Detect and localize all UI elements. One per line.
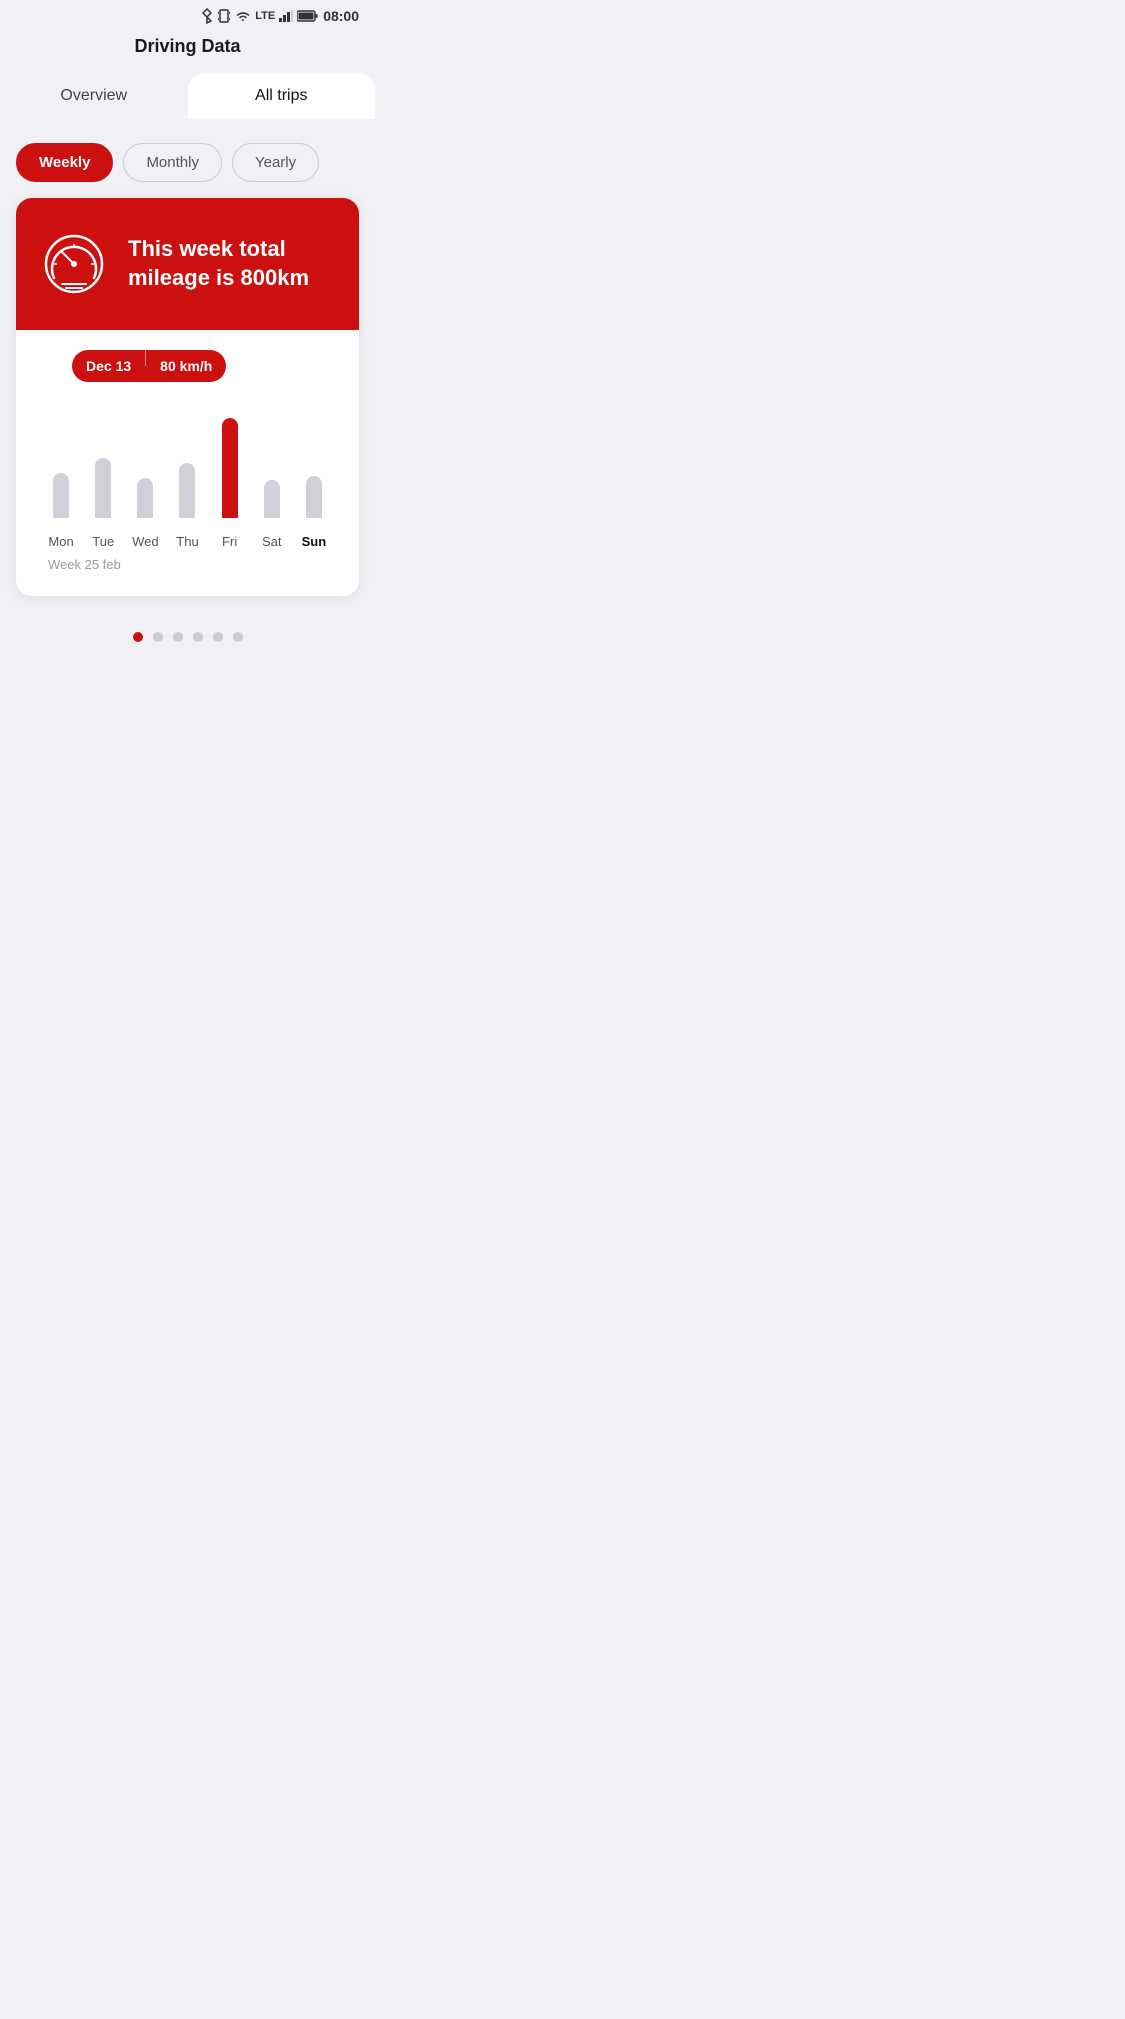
lte-indicator: LTE (255, 10, 275, 22)
tab-all-trips[interactable]: All trips (188, 73, 376, 119)
bottom-area (0, 662, 375, 862)
mileage-card: This week total mileage is 800km Dec 13 … (16, 198, 359, 596)
filter-weekly[interactable]: Weekly (16, 143, 113, 182)
page-title: Driving Data (134, 36, 240, 56)
status-bar: LTE 08:00 (0, 0, 375, 28)
bar-col-tue[interactable] (82, 458, 124, 518)
chart-section: Dec 13 80 km/h (16, 330, 359, 596)
card-header: This week total mileage is 800km (16, 198, 359, 330)
bar-chart (32, 398, 343, 518)
chart-tooltip: Dec 13 80 km/h (72, 350, 226, 382)
bar-col-mon[interactable] (40, 473, 82, 518)
filter-row: Weekly Monthly Yearly (0, 123, 375, 198)
filter-yearly[interactable]: Yearly (232, 143, 319, 182)
bar-fri (222, 418, 238, 518)
bar-wed (137, 478, 153, 518)
dot-3[interactable] (173, 632, 183, 642)
battery-icon (297, 10, 319, 22)
tooltip-date: Dec 13 (72, 350, 145, 382)
bar-thu (179, 463, 195, 518)
signal-icon (279, 10, 293, 22)
tab-bar: Overview All trips (0, 73, 375, 123)
label-fri: Fri (209, 534, 251, 549)
tab-overview[interactable]: Overview (0, 73, 188, 119)
dot-6[interactable] (233, 632, 243, 642)
vibrate-icon (217, 8, 231, 24)
week-label: Week 25 feb (32, 549, 343, 576)
wifi-icon (235, 10, 251, 22)
mileage-text: This week total mileage is 800km (128, 235, 335, 292)
label-thu: Thu (166, 534, 208, 549)
label-sun: Sun (293, 534, 335, 549)
dot-2[interactable] (153, 632, 163, 642)
bar-col-sun[interactable] (293, 476, 335, 518)
dot-indicators (0, 612, 375, 662)
label-tue: Tue (82, 534, 124, 549)
page-header: Driving Data (0, 28, 375, 73)
bar-col-sat[interactable] (251, 480, 293, 518)
bar-col-wed[interactable] (124, 478, 166, 518)
bar-sat (264, 480, 280, 518)
bar-tue (95, 458, 111, 518)
clock: 08:00 (323, 8, 359, 24)
bar-col-fri[interactable] (209, 418, 251, 518)
label-mon: Mon (40, 534, 82, 549)
speedometer-icon (40, 230, 108, 298)
bar-sun (306, 476, 322, 518)
dot-5[interactable] (213, 632, 223, 642)
bar-mon (53, 473, 69, 518)
filter-monthly[interactable]: Monthly (123, 143, 222, 182)
tooltip-speed: 80 km/h (146, 350, 226, 382)
label-wed: Wed (124, 534, 166, 549)
label-sat: Sat (251, 534, 293, 549)
bluetooth-icon (201, 8, 213, 24)
dot-4[interactable] (193, 632, 203, 642)
day-labels: Mon Tue Wed Thu Fri Sat Sun (32, 526, 343, 549)
dot-1[interactable] (133, 632, 143, 642)
status-icons: LTE 08:00 (201, 8, 359, 24)
bar-col-thu[interactable] (166, 463, 208, 518)
